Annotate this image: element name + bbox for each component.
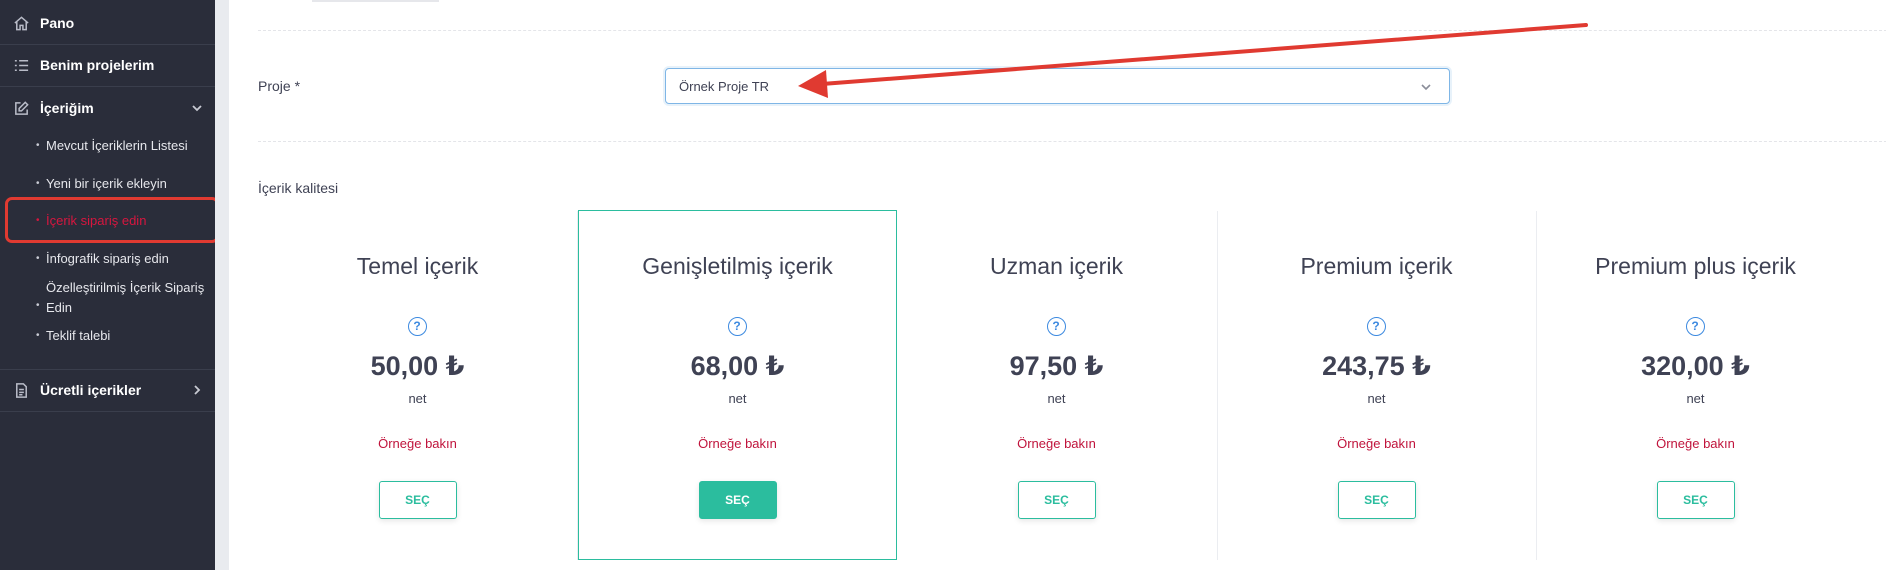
see-example-link[interactable]: Örneğe bakın — [897, 436, 1216, 451]
sidebar-subitem-order-infographic[interactable]: • İnfografik sipariş edin — [36, 249, 206, 269]
quality-card-premium: Premium içerik ? 243,75 ₺ net Örneğe bak… — [1217, 211, 1536, 560]
sidebar-item-label: Ücretli içerikler — [40, 382, 142, 398]
see-example-link[interactable]: Örneğe bakın — [258, 436, 577, 451]
sidebar-subitem-label: Yeni bir içerik ekleyin — [46, 176, 167, 191]
sidebar-subitem-quote-request[interactable]: • Teklif talebi — [36, 326, 206, 346]
quality-card-extended: Genişletilmiş içerik ? 68,00 ₺ net Örneğ… — [578, 210, 897, 560]
quality-card-basic: Temel içerik ? 50,00 ₺ net Örneğe bakın … — [258, 211, 577, 560]
card-price-unit: net — [1686, 391, 1705, 406]
card-title: Temel içerik — [356, 253, 479, 279]
project-select-value: Örnek Proje TR — [679, 78, 770, 94]
sidebar-item-label: Pano — [40, 15, 75, 31]
quality-card-premium-plus: Premium plus içerik ? 320,00 ₺ net Örneğ… — [1536, 211, 1855, 560]
project-label: Proje * — [258, 78, 301, 94]
chevron-down-icon — [1420, 81, 1432, 93]
select-button[interactable]: SEÇ — [1337, 481, 1416, 519]
card-price: 320,00 ₺ — [1641, 351, 1750, 381]
select-button[interactable]: SEÇ — [1017, 481, 1096, 519]
help-icon[interactable]: ? — [407, 317, 427, 336]
edit-icon — [12, 99, 30, 117]
divider — [258, 141, 1886, 142]
card-price-unit: net — [1367, 391, 1386, 406]
card-title: Genişletilmiş içerik — [642, 253, 833, 279]
document-icon — [12, 381, 30, 399]
card-price: 97,50 ₺ — [1009, 351, 1104, 381]
sidebar-gap — [215, 0, 229, 570]
see-example-link[interactable]: Örneğe bakın — [1536, 436, 1855, 451]
card-price-unit: net — [728, 391, 747, 406]
content-quality-title: İçerik kalitesi — [258, 180, 339, 196]
home-icon — [12, 14, 30, 32]
divider — [258, 30, 1886, 31]
tab-fragment — [312, 0, 439, 2]
quality-card-expert: Uzman içerik ? 97,50 ₺ net Örneğe bakın … — [897, 211, 1216, 560]
main-panel: Proje * Örnek Proje TR İçerik kalitesi T… — [229, 0, 1886, 570]
chevron-down-icon — [191, 101, 203, 113]
select-button[interactable]: SEÇ — [1656, 481, 1735, 519]
help-icon[interactable]: ? — [1366, 317, 1386, 336]
help-icon[interactable]: ? — [1046, 317, 1066, 336]
card-price: 68,00 ₺ — [690, 351, 785, 381]
card-title: Premium içerik — [1300, 253, 1453, 279]
annotation-highlight-box — [5, 197, 219, 243]
list-icon — [12, 56, 30, 74]
sidebar: Pano Benim projelerim İçeriğim • Mevcut … — [0, 0, 219, 570]
sidebar-item-pano[interactable]: Pano — [0, 2, 215, 44]
card-price: 50,00 ₺ — [370, 351, 465, 381]
project-select[interactable]: Örnek Proje TR — [665, 68, 1450, 104]
select-button[interactable]: SEÇ — [378, 481, 457, 519]
help-icon[interactable]: ? — [727, 317, 747, 336]
sidebar-item-label: Benim projelerim — [40, 57, 155, 73]
help-icon[interactable]: ? — [1685, 317, 1705, 336]
see-example-link[interactable]: Örneğe bakın — [579, 436, 896, 451]
select-button[interactable]: SEÇ — [698, 481, 777, 519]
card-price-unit: net — [408, 391, 427, 406]
sidebar-subitem-label: İnfografik sipariş edin — [46, 251, 169, 266]
sidebar-subitem-content-list[interactable]: • Mevcut İçeriklerin Listesi — [36, 136, 206, 156]
card-title: Uzman içerik — [990, 253, 1123, 279]
card-price-unit: net — [1047, 391, 1066, 406]
sidebar-subitem-label: Mevcut İçeriklerin Listesi — [46, 138, 188, 153]
divider — [0, 411, 215, 412]
card-price: 243,75 ₺ — [1322, 351, 1431, 381]
see-example-link[interactable]: Örneğe bakın — [1217, 436, 1536, 451]
sidebar-item-projects[interactable]: Benim projelerim — [0, 44, 215, 86]
chevron-right-icon — [191, 383, 203, 395]
sidebar-item-label: İçeriğim — [40, 100, 94, 116]
card-title: Premium plus içerik — [1595, 253, 1796, 279]
sidebar-subitem-add-content[interactable]: • Yeni bir içerik ekleyin — [36, 174, 206, 194]
sidebar-item-content[interactable]: İçeriğim — [0, 87, 215, 129]
sidebar-item-paid-content[interactable]: Ücretli içerikler — [0, 369, 215, 411]
sidebar-subitem-label: Teklif talebi — [46, 328, 111, 343]
